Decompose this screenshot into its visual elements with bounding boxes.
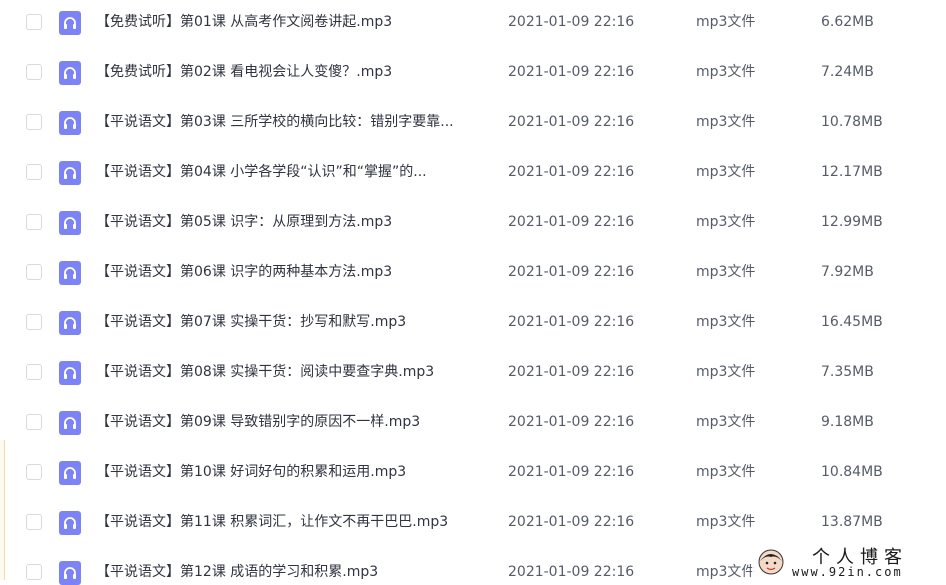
file-size: 7.35MB bbox=[821, 364, 874, 380]
file-size: 10.78MB bbox=[821, 114, 883, 130]
headphones-icon bbox=[59, 161, 81, 185]
headphones-icon bbox=[59, 211, 81, 235]
file-row[interactable]: 【平说语文】第08课 实操干货：阅读中要查字典.mp3 2021-01-09 2… bbox=[0, 350, 946, 400]
row-checkbox[interactable] bbox=[26, 414, 42, 430]
file-type: mp3文件 bbox=[696, 314, 756, 330]
headphones-icon bbox=[59, 561, 81, 585]
file-type: mp3文件 bbox=[696, 464, 756, 480]
file-name[interactable]: 【平说语文】第07课 实操干货：抄写和默写.mp3 bbox=[96, 312, 480, 332]
file-date: 2021-01-09 22:16 bbox=[508, 464, 635, 480]
avatar-icon bbox=[758, 549, 784, 575]
row-checkbox[interactable] bbox=[26, 314, 42, 330]
file-type: mp3文件 bbox=[696, 514, 756, 530]
headphones-icon bbox=[59, 261, 81, 285]
file-size: 6.62MB bbox=[821, 14, 874, 30]
file-name[interactable]: 【平说语文】第06课 识字的两种基本方法.mp3 bbox=[96, 262, 480, 282]
file-date: 2021-01-09 22:16 bbox=[508, 364, 635, 380]
file-date: 2021-01-09 22:16 bbox=[508, 214, 635, 230]
file-row[interactable]: 【平说语文】第09课 导致错别字的原因不一样.mp3 2021-01-09 22… bbox=[0, 400, 946, 450]
file-type: mp3文件 bbox=[696, 364, 756, 380]
file-type: mp3文件 bbox=[696, 414, 756, 430]
file-type: mp3文件 bbox=[696, 64, 756, 80]
file-date: 2021-01-09 22:16 bbox=[508, 64, 635, 80]
file-date: 2021-01-09 22:16 bbox=[508, 114, 635, 130]
file-date: 2021-01-09 22:16 bbox=[508, 264, 635, 280]
headphones-icon bbox=[59, 311, 81, 335]
headphones-icon bbox=[59, 361, 81, 385]
file-size: 12.17MB bbox=[821, 164, 883, 180]
file-name[interactable]: 【免费试听】第02课 看电视会让人变傻？.mp3 bbox=[96, 62, 480, 82]
file-date: 2021-01-09 22:16 bbox=[508, 14, 635, 30]
file-row[interactable]: 【平说语文】第10课 好词好句的积累和运用.mp3 2021-01-09 22:… bbox=[0, 450, 946, 500]
row-checkbox[interactable] bbox=[26, 514, 42, 530]
watermark: 个人博客 www.92in.com bbox=[752, 543, 942, 583]
file-row[interactable]: 【平说语文】第05课 识字：从原理到方法.mp3 2021-01-09 22:1… bbox=[0, 200, 946, 250]
file-type: mp3文件 bbox=[696, 114, 756, 130]
headphones-icon bbox=[59, 461, 81, 485]
file-row[interactable]: 【平说语文】第03课 三所学校的横向比较：错别字要靠... 2021-01-09… bbox=[0, 100, 946, 150]
row-checkbox[interactable] bbox=[26, 464, 42, 480]
file-type: mp3文件 bbox=[696, 264, 756, 280]
file-row[interactable]: 【免费试听】第02课 看电视会让人变傻？.mp3 2021-01-09 22:1… bbox=[0, 50, 946, 100]
row-checkbox[interactable] bbox=[26, 114, 42, 130]
file-type: mp3文件 bbox=[696, 164, 756, 180]
file-name[interactable]: 【平说语文】第04课 小学各学段“认识”和“掌握”的... bbox=[96, 162, 480, 182]
file-size: 7.24MB bbox=[821, 64, 874, 80]
file-size: 9.18MB bbox=[821, 414, 874, 430]
file-name[interactable]: 【免费试听】第01课 从高考作文阅卷讲起.mp3 bbox=[96, 12, 480, 32]
row-checkbox[interactable] bbox=[26, 14, 42, 30]
file-name[interactable]: 【平说语文】第09课 导致错别字的原因不一样.mp3 bbox=[96, 412, 480, 432]
file-row[interactable]: 【平说语文】第06课 识字的两种基本方法.mp3 2021-01-09 22:1… bbox=[0, 250, 946, 300]
file-name[interactable]: 【平说语文】第12课 成语的学习和积累.mp3 bbox=[96, 562, 480, 582]
headphones-icon bbox=[59, 61, 81, 85]
file-size: 16.45MB bbox=[821, 314, 883, 330]
file-list: 【免费试听】第01课 从高考作文阅卷讲起.mp3 2021-01-09 22:1… bbox=[0, 0, 946, 585]
file-size: 10.84MB bbox=[821, 464, 883, 480]
headphones-icon bbox=[59, 411, 81, 435]
file-date: 2021-01-09 22:16 bbox=[508, 564, 635, 580]
file-size: 13.87MB bbox=[821, 514, 883, 530]
row-checkbox[interactable] bbox=[26, 364, 42, 380]
file-row[interactable]: 【平说语文】第07课 实操干货：抄写和默写.mp3 2021-01-09 22:… bbox=[0, 300, 946, 350]
file-row[interactable]: 【免费试听】第01课 从高考作文阅卷讲起.mp3 2021-01-09 22:1… bbox=[0, 0, 946, 50]
row-checkbox[interactable] bbox=[26, 164, 42, 180]
file-name[interactable]: 【平说语文】第08课 实操干货：阅读中要查字典.mp3 bbox=[96, 362, 480, 382]
file-date: 2021-01-09 22:16 bbox=[508, 314, 635, 330]
file-size: 12.99MB bbox=[821, 214, 883, 230]
file-date: 2021-01-09 22:16 bbox=[508, 414, 635, 430]
file-name[interactable]: 【平说语文】第10课 好词好句的积累和运用.mp3 bbox=[96, 462, 480, 482]
file-row[interactable]: 【平说语文】第04课 小学各学段“认识”和“掌握”的... 2021-01-09… bbox=[0, 150, 946, 200]
watermark-url: www.92in.com bbox=[792, 565, 903, 579]
headphones-icon bbox=[59, 511, 81, 535]
file-name[interactable]: 【平说语文】第03课 三所学校的横向比较：错别字要靠... bbox=[96, 112, 480, 132]
row-checkbox[interactable] bbox=[26, 214, 42, 230]
file-type: mp3文件 bbox=[696, 14, 756, 30]
file-name[interactable]: 【平说语文】第05课 识字：从原理到方法.mp3 bbox=[96, 212, 480, 232]
file-type: mp3文件 bbox=[696, 564, 756, 580]
headphones-icon bbox=[59, 11, 81, 35]
row-checkbox[interactable] bbox=[26, 264, 42, 280]
file-size: 7.92MB bbox=[821, 264, 874, 280]
row-checkbox[interactable] bbox=[26, 64, 42, 80]
headphones-icon bbox=[59, 111, 81, 135]
row-checkbox[interactable] bbox=[26, 564, 42, 580]
file-name[interactable]: 【平说语文】第11课 积累词汇，让作文不再干巴巴.mp3 bbox=[96, 512, 480, 532]
file-date: 2021-01-09 22:16 bbox=[508, 514, 635, 530]
file-date: 2021-01-09 22:16 bbox=[508, 164, 635, 180]
file-type: mp3文件 bbox=[696, 214, 756, 230]
